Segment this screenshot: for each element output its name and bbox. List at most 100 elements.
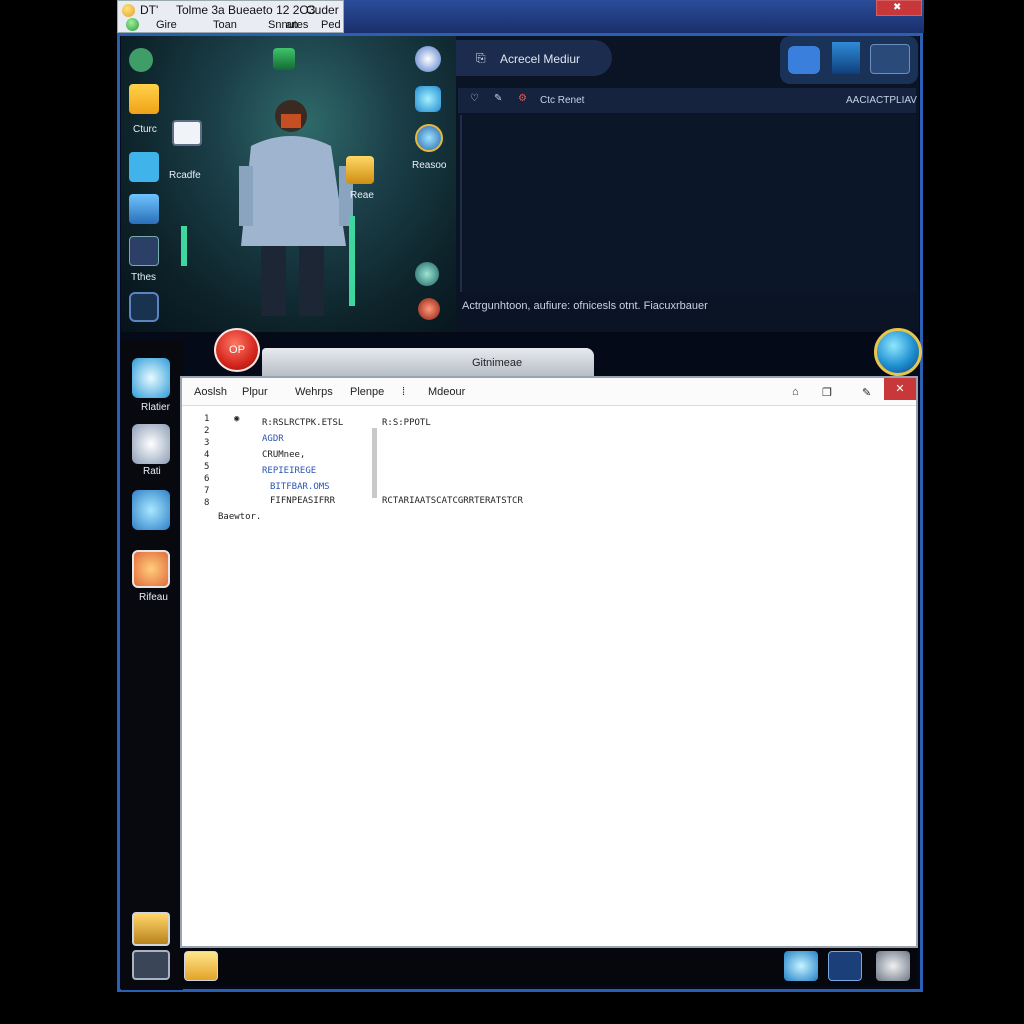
taskbar-monitor-icon[interactable] xyxy=(828,951,862,981)
vertical-scrollbar[interactable] xyxy=(372,428,377,498)
image-icon[interactable] xyxy=(129,194,159,224)
character-figure xyxy=(181,100,355,316)
puzzle-icon[interactable] xyxy=(788,46,820,74)
toolbar-item-1[interactable]: Aoslsh xyxy=(194,386,227,398)
explorer-tab[interactable]: Gitnimeae xyxy=(262,348,594,376)
toolbar-item-sep: ⁞ xyxy=(402,386,406,398)
status-orb-icon xyxy=(126,18,139,31)
box-icon[interactable] xyxy=(346,156,374,184)
dock-item-label-2: Rati xyxy=(143,466,161,477)
code-line-6: FIFNPEASIFRR xyxy=(270,496,336,506)
close-icon: ✖ xyxy=(893,2,902,13)
pane-content[interactable] xyxy=(460,115,916,292)
window-icon[interactable] xyxy=(129,152,159,182)
dock-label-2: Tthes xyxy=(131,272,157,283)
heart-icon[interactable]: ♡ xyxy=(470,93,479,104)
network-icon[interactable] xyxy=(132,490,170,530)
code-line-1: R:RSLRCTPK.ETSL xyxy=(262,418,344,428)
gutter-4: 4 xyxy=(204,450,210,460)
explorer-body[interactable]: 1 2 3 4 5 6 7 8 ◉ R:RSLRCTPK.ETSL AGDR C… xyxy=(182,408,916,946)
gutter-7: 7 xyxy=(204,486,210,496)
dock-label-1: Cturc xyxy=(133,124,157,135)
far-right-label: Reasoo xyxy=(412,160,447,171)
code-line-5: BITFBAR.OMS xyxy=(270,482,330,492)
cloud-icon[interactable] xyxy=(415,86,441,112)
taskbar-browser-icon[interactable] xyxy=(784,951,818,981)
dock-item-label-1: Rlatier xyxy=(141,402,170,413)
pane-bar-right: AACIACTPLIAV xyxy=(846,95,917,106)
cloud-app-icon[interactable] xyxy=(132,358,170,398)
eye-icon: ◉ xyxy=(234,414,240,424)
top-strip xyxy=(344,0,924,33)
code-line-2: AGDR xyxy=(262,434,284,444)
taskbar xyxy=(180,948,918,986)
record-button-label: OP xyxy=(229,344,245,356)
browser-icon[interactable] xyxy=(415,124,443,152)
monitor-app-icon[interactable] xyxy=(132,950,170,980)
desktop-screen: DT' Tolme 3a Bueaeto 12 2O3 Cuder Gire T… xyxy=(0,0,1024,1024)
toolbar-item-5[interactable]: Mdeour xyxy=(428,386,465,398)
toolbar-item-3[interactable]: Wehrps xyxy=(295,386,333,398)
close-button[interactable]: ✖ xyxy=(876,0,922,16)
gutter-2: 2 xyxy=(204,426,210,436)
right-col-1: R:S:PPOTL xyxy=(382,418,431,428)
window-close-icon[interactable]: ✕ xyxy=(884,378,916,400)
copy-icon[interactable]: ❐ xyxy=(822,386,832,399)
grid-app-icon[interactable] xyxy=(273,48,295,70)
settings-icon[interactable] xyxy=(129,292,159,322)
globe-icon[interactable] xyxy=(415,46,441,72)
gallery-icon[interactable] xyxy=(132,912,170,946)
home-icon[interactable]: ⌂ xyxy=(792,386,799,398)
taskbar-folder-icon[interactable] xyxy=(184,951,218,981)
left-dock: Rlatier Rati Rifeau xyxy=(121,340,183,990)
sync-icon[interactable] xyxy=(415,262,439,286)
gutter-8: 8 xyxy=(204,498,210,508)
tools-icon[interactable] xyxy=(870,44,910,74)
dock-item-label-3: Rifeau xyxy=(139,592,168,603)
title-text-2: Tolme 3a Bueaeto 12 2O3 xyxy=(176,3,316,17)
title-subtext-1: Gire xyxy=(156,19,177,31)
photos-icon[interactable] xyxy=(132,550,170,588)
title-text-1: DT' xyxy=(140,3,159,17)
code-line-3: CRUMnee, xyxy=(262,450,306,460)
explorer-tab-title: Gitnimeae xyxy=(472,357,523,369)
right-col-2: RCTARIAATSCATCGRRTERATSTCR xyxy=(382,496,523,506)
game-view[interactable]: Cturc Tthes Rcadfe Reae xyxy=(121,36,456,332)
gutter-3: 3 xyxy=(204,438,210,448)
pane-status-text: Actrgunhtoon, aufiure: ofnicesls otnt. F… xyxy=(462,300,708,312)
title-subtext-2: Toan xyxy=(213,19,237,31)
pane-tab[interactable]: ⎘ Acrecel Mediur xyxy=(456,40,612,76)
globe-orb-icon[interactable] xyxy=(874,328,922,376)
alert-icon[interactable] xyxy=(418,298,440,320)
contacts-icon[interactable] xyxy=(132,424,170,464)
gear-icon[interactable]: ⚙ xyxy=(518,93,527,104)
leaf-icon[interactable] xyxy=(129,48,153,72)
folder-icon[interactable] xyxy=(129,84,159,114)
footer-line: Baewtor. xyxy=(218,512,262,522)
title-subtext-5: Ped xyxy=(321,19,341,31)
center-label: Rcadfe xyxy=(169,170,201,181)
toolbar-item-2[interactable]: Plpur xyxy=(242,386,268,398)
monitor-icon[interactable] xyxy=(172,120,202,146)
code-line-4: REPIEIREGE xyxy=(262,466,317,476)
pane-tab-title: Acrecel Mediur xyxy=(500,52,581,66)
right-icon-label: Reae xyxy=(350,190,374,201)
toolbar-item-4[interactable]: Plenpe xyxy=(350,386,384,398)
taskbar-settings-icon[interactable] xyxy=(876,951,910,981)
gutter-1: 1 xyxy=(204,414,210,424)
gutter-5: 5 xyxy=(204,462,210,472)
app-orb-icon xyxy=(122,4,135,17)
mail-icon[interactable] xyxy=(832,42,860,74)
record-button[interactable]: OP xyxy=(214,328,260,372)
window-title-tag: DT' Tolme 3a Bueaeto 12 2O3 Cuder Gire T… xyxy=(117,0,344,33)
title-subtext-4: an xyxy=(286,19,299,31)
pin-icon[interactable]: ✎ xyxy=(494,93,502,104)
media-icon[interactable] xyxy=(129,236,159,266)
pin-tool-icon[interactable]: ✎ xyxy=(862,386,871,399)
pane-bar: ♡ ✎ ⚙ Ctc Renet AACIACTPLIAV xyxy=(458,88,917,113)
pane-bar-label: Ctc Renet xyxy=(540,95,585,106)
title-text-3: Cuder xyxy=(306,3,339,17)
gutter-6: 6 xyxy=(204,474,210,484)
tab-glyph-icon: ⎘ xyxy=(476,51,486,65)
explorer-window: Aoslsh Plpur Wehrps Plenpe ⁞ Mdeour ⌂ ❐ … xyxy=(180,376,918,948)
